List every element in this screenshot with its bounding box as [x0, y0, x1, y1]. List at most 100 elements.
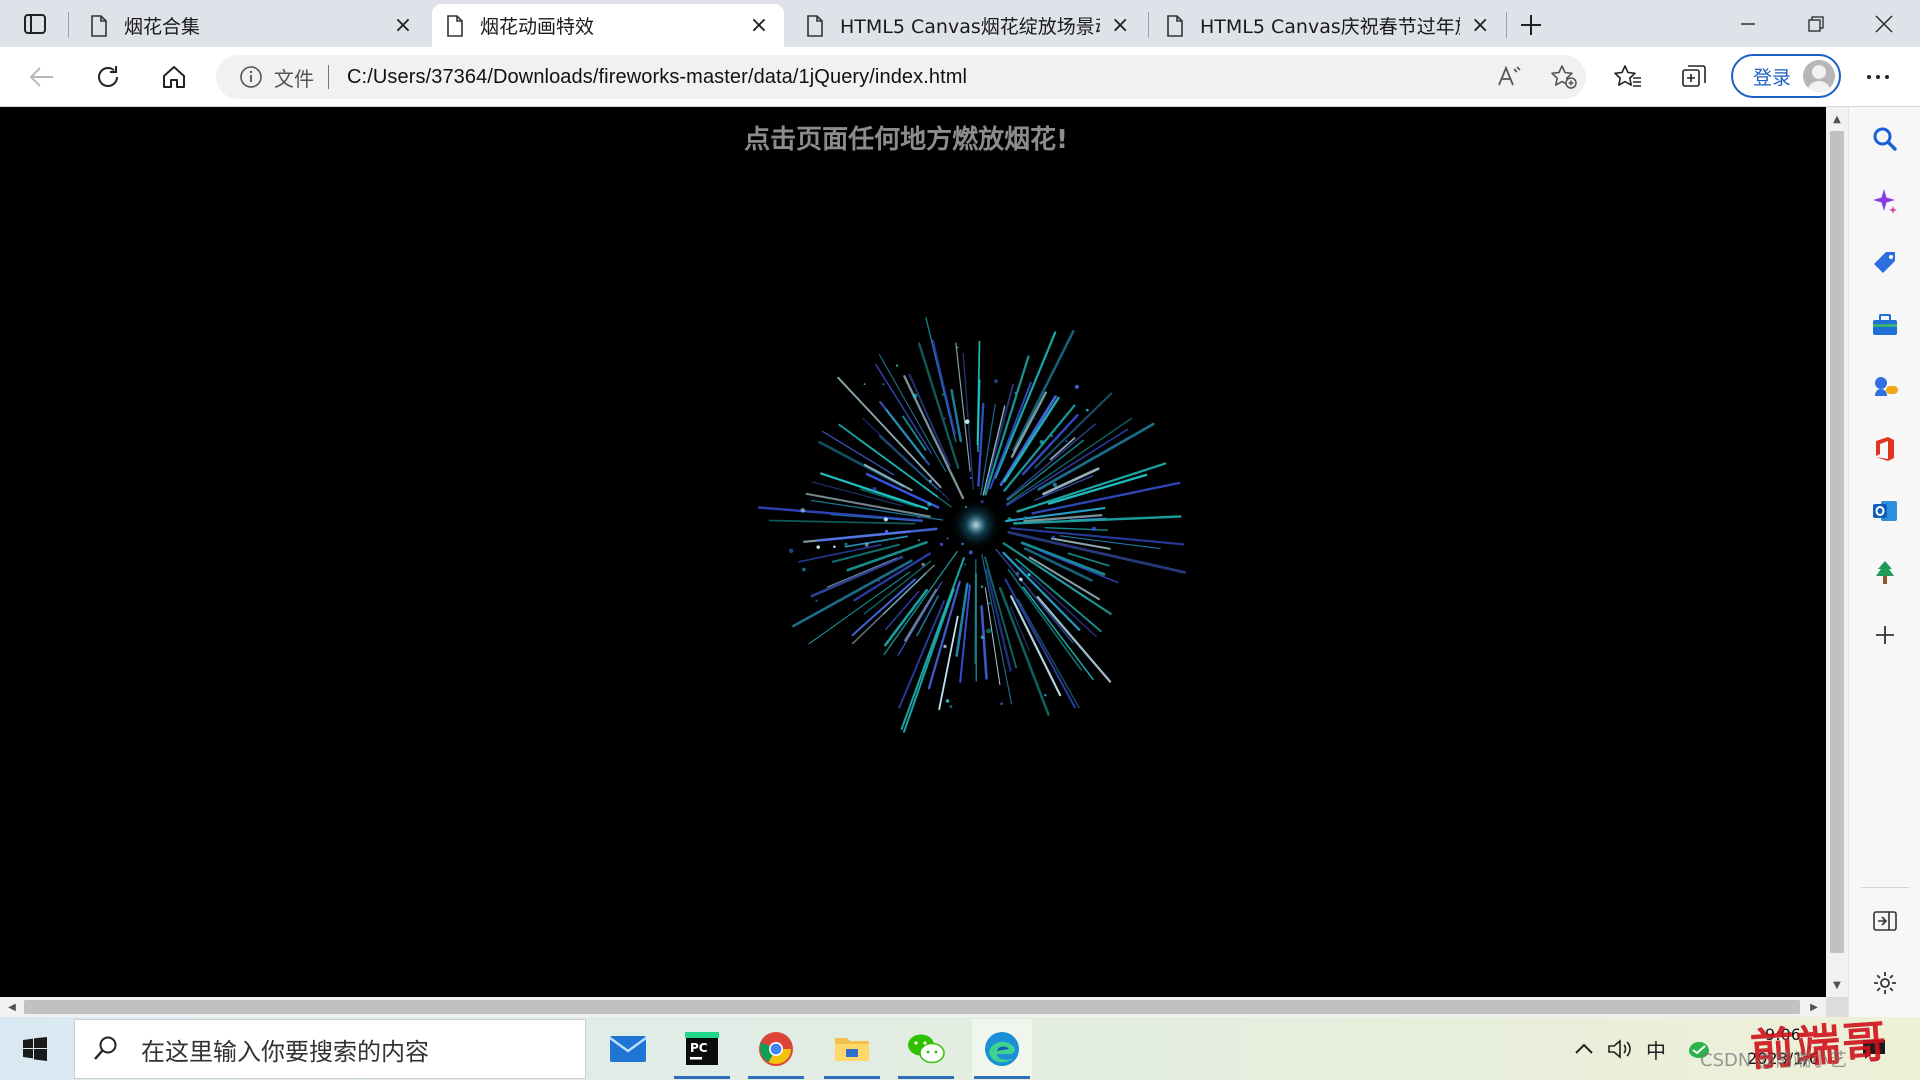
sidebar-settings-button[interactable]	[1867, 965, 1903, 1001]
outlook-icon	[1873, 501, 1897, 521]
address-bar[interactable]: 文件 C:/Users/37364/Downloads/fireworks-ma…	[216, 55, 1586, 99]
firework-ember	[968, 550, 973, 555]
refresh-icon	[98, 66, 118, 87]
sidebar-outlook-button[interactable]	[1867, 493, 1903, 529]
panel-collapse-icon	[1873, 911, 1897, 931]
scroll-up-arrow[interactable]: ▲	[1826, 109, 1848, 129]
close-icon[interactable]: ×	[1110, 13, 1130, 38]
taskbar-search-box[interactable]: 在这里输入你要搜索的内容	[74, 1019, 586, 1079]
collections-button[interactable]	[1674, 57, 1714, 97]
minimize-button[interactable]	[1714, 0, 1782, 47]
firework-ember	[964, 563, 967, 566]
avatar	[1803, 60, 1835, 92]
info-icon[interactable]	[238, 64, 264, 90]
folder-icon	[835, 1038, 869, 1061]
taskbar-pycharm-app[interactable]: PC	[672, 1019, 732, 1079]
close-icon[interactable]: ×	[392, 13, 414, 38]
firework-ember	[863, 383, 866, 386]
read-aloud-icon[interactable]	[1488, 55, 1532, 99]
firework-ember	[986, 628, 991, 634]
firework-ember	[988, 602, 991, 605]
scroll-left-arrow[interactable]: ◀	[2, 997, 22, 1017]
notification-center-button[interactable]	[1858, 1033, 1890, 1065]
firework-spark	[1010, 527, 1185, 546]
sidebar-games-button[interactable]	[1867, 369, 1903, 405]
games-icon	[1875, 377, 1898, 396]
clock-date: 2023/1/6	[1747, 1049, 1819, 1068]
taskbar-file-explorer-app[interactable]	[822, 1019, 882, 1079]
close-icon[interactable]: ×	[1470, 13, 1490, 38]
fireworks-canvas[interactable]	[0, 107, 1826, 997]
tray-ime-indicator[interactable]: 中	[1640, 1033, 1672, 1065]
firework-ember	[1074, 384, 1079, 389]
sidebar-tree-button[interactable]	[1867, 555, 1903, 591]
tab-canvas-fireworks-scene[interactable]: HTML5 Canvas烟花绽放场景动画 ×	[792, 4, 1144, 47]
close-icon[interactable]: ×	[748, 13, 770, 38]
gear-icon	[1874, 972, 1896, 994]
browser-toolbar: 文件 C:/Users/37364/Downloads/fireworks-ma…	[0, 47, 1920, 107]
taskbar-clock[interactable]: 9:06 2023/1/6	[1742, 1023, 1824, 1071]
taskbar-chrome-app[interactable]	[746, 1019, 806, 1079]
page-icon	[807, 14, 823, 37]
tray-volume-button[interactable]	[1604, 1033, 1636, 1065]
back-button[interactable]	[22, 57, 62, 97]
scroll-thumb[interactable]	[24, 1000, 1800, 1014]
vertical-scrollbar[interactable]: ▲ ▼	[1826, 107, 1848, 997]
clock-time: 9:06	[1765, 1025, 1801, 1044]
firework-ember	[1044, 694, 1047, 697]
firework-spark	[950, 388, 963, 443]
firework-spark	[981, 553, 1013, 705]
scroll-right-arrow[interactable]: ▶	[1804, 997, 1824, 1017]
restore-button[interactable]	[1782, 0, 1850, 47]
firework-ember	[942, 493, 945, 496]
firework-ember	[912, 393, 918, 399]
tray-overflow-button[interactable]	[1568, 1033, 1600, 1065]
page-heading: 点击页面任何地方燃放烟花!	[744, 125, 1068, 155]
firework-spark	[955, 342, 971, 472]
add-favorite-icon[interactable]	[1542, 55, 1586, 99]
firework-spark	[1020, 541, 1106, 576]
tray-app-icon[interactable]	[1682, 1033, 1716, 1065]
sidebar-copilot-button[interactable]	[1867, 183, 1903, 219]
firework-ember	[1085, 408, 1089, 412]
firework-ember	[872, 487, 877, 492]
home-button[interactable]	[154, 57, 194, 97]
horizontal-scrollbar[interactable]: ◀ ▶	[0, 997, 1826, 1017]
mail-icon	[609, 1036, 647, 1062]
close-window-button[interactable]	[1850, 0, 1918, 47]
sidebar-hide-button[interactable]	[1867, 903, 1903, 939]
new-tab-button[interactable]	[1514, 8, 1548, 42]
start-button[interactable]	[10, 1025, 60, 1073]
taskbar-mail-app[interactable]	[598, 1019, 658, 1079]
firework-ember	[980, 585, 984, 588]
firework-ember	[1019, 577, 1023, 582]
firework-ember	[928, 479, 933, 483]
tab-fireworks-collection[interactable]: 烟花合集 ×	[76, 4, 428, 47]
sidebar-office-button[interactable]	[1867, 431, 1903, 467]
firework-spark	[998, 586, 1050, 716]
tab-fireworks-effect[interactable]: 烟花动画特效 ×	[432, 4, 784, 47]
scroll-down-arrow[interactable]: ▼	[1826, 975, 1848, 995]
address-url[interactable]: C:/Users/37364/Downloads/fireworks-maste…	[347, 66, 967, 89]
login-button[interactable]: 登录	[1731, 54, 1841, 98]
address-scheme-label: 文件	[274, 66, 314, 91]
page-viewport[interactable]: 点击页面任何地方燃放烟花!	[0, 107, 1826, 997]
settings-more-button[interactable]	[1858, 57, 1898, 97]
sidebar-shopping-button[interactable]	[1867, 245, 1903, 281]
tab-canvas-spring-festival[interactable]: HTML5 Canvas庆祝春节过年放烟 ×	[1152, 4, 1504, 47]
tab-actions-icon	[24, 14, 46, 34]
favorites-button[interactable]	[1608, 57, 1648, 97]
taskbar-edge-app[interactable]	[972, 1019, 1032, 1079]
firework-ember	[884, 529, 889, 533]
taskbar-wechat-app[interactable]	[896, 1019, 956, 1079]
firework-spark	[1044, 526, 1109, 531]
scroll-thumb[interactable]	[1830, 131, 1844, 953]
sidebar-add-button[interactable]	[1867, 617, 1903, 653]
refresh-button[interactable]	[88, 57, 128, 97]
firework-ember	[896, 364, 899, 367]
notification-icon	[1863, 1040, 1885, 1059]
tab-separator	[1148, 12, 1149, 38]
sidebar-search-button[interactable]	[1867, 121, 1903, 157]
sidebar-tools-button[interactable]	[1867, 307, 1903, 343]
tab-actions-menu-button[interactable]	[18, 10, 52, 38]
